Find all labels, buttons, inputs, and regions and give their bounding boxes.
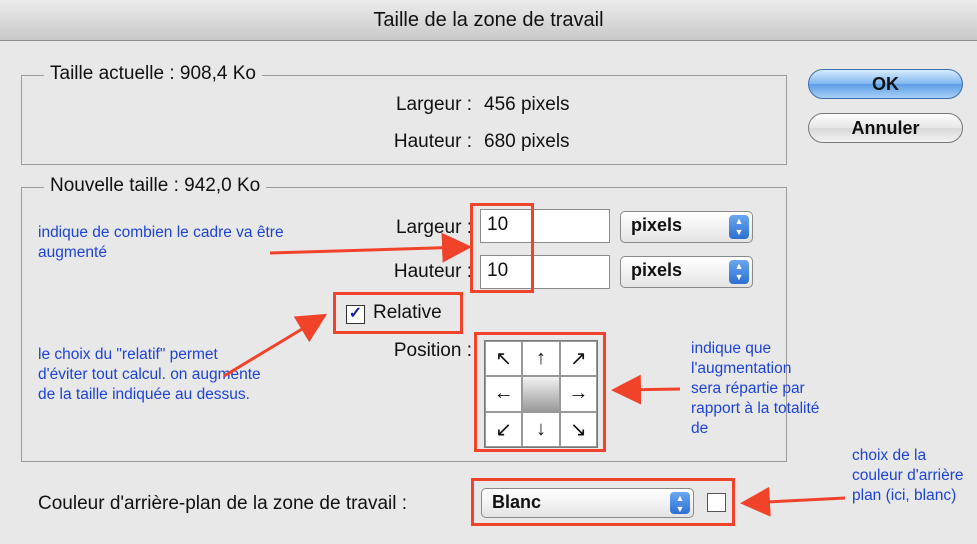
annotation-arrows (223, 232, 846, 517)
arrow-to-background (740, 486, 846, 517)
arrow-to-grid (611, 374, 681, 405)
arrow-to-relative (223, 313, 328, 378)
arrow-to-inputs (269, 232, 472, 263)
